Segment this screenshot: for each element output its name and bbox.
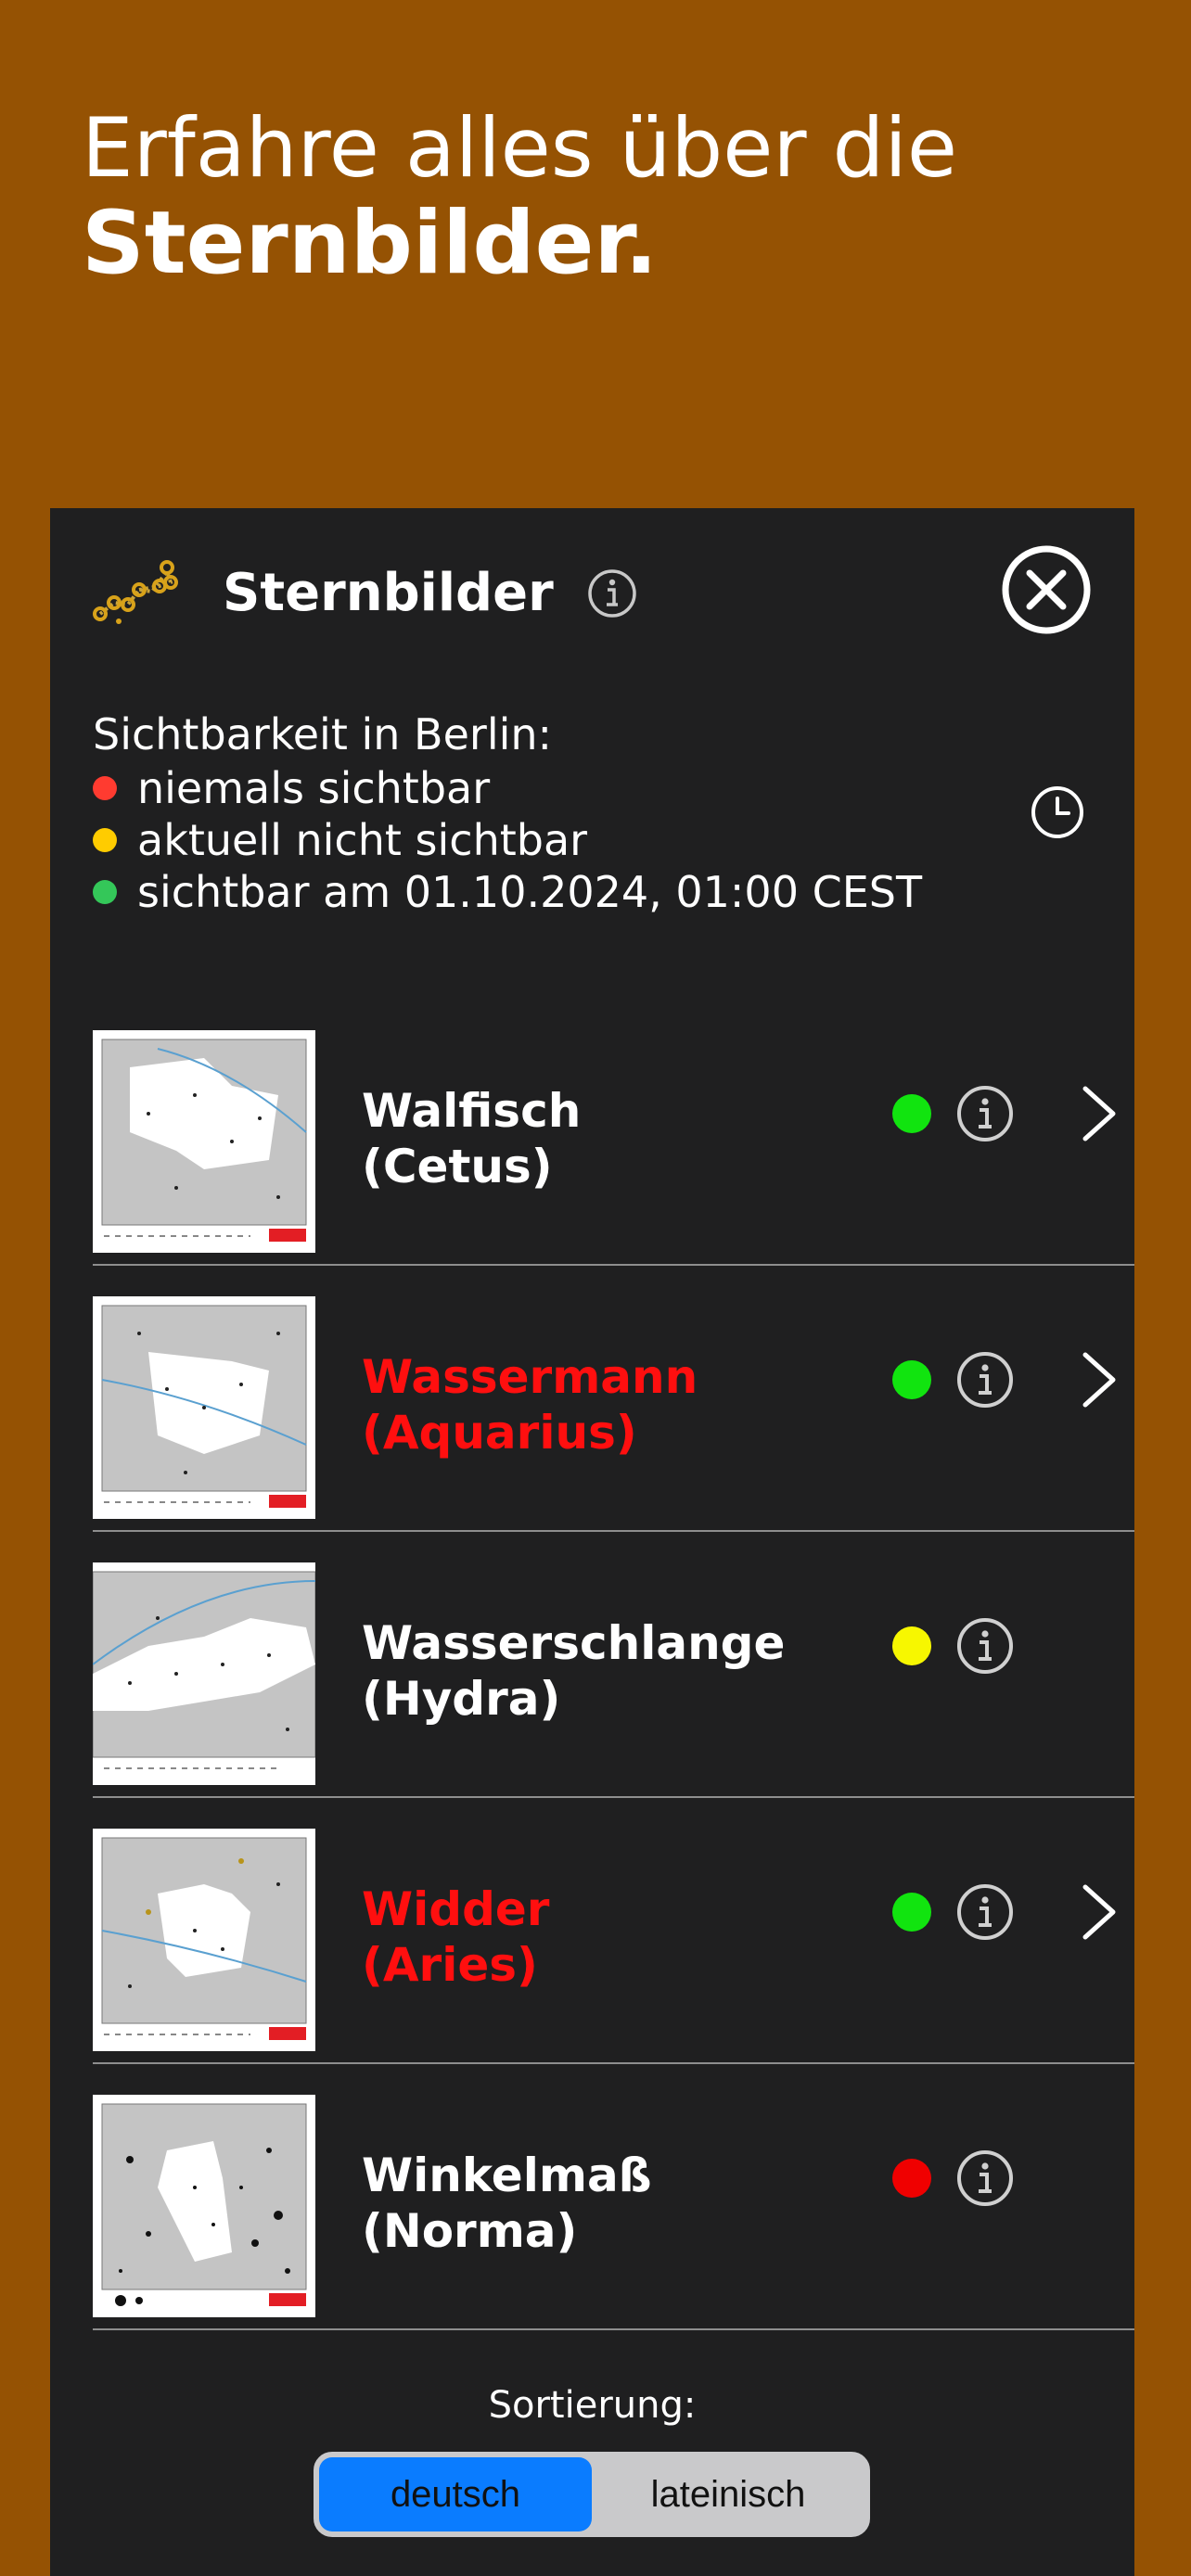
visibility-legend: Sichtbarkeit in Berlin: niemals sichtbar… xyxy=(93,707,922,918)
visibility-status-dot xyxy=(892,1360,931,1399)
german-name: Wasserschlange xyxy=(362,1616,786,1670)
sort-label: Sortierung: xyxy=(488,2384,697,2427)
list-item[interactable]: Widder (Aries) xyxy=(93,1798,1134,2064)
star-chart-thumbnail xyxy=(93,2095,315,2317)
legend-item-not-now: aktuell nicht sichtbar xyxy=(93,814,922,866)
constellation-name: Widder (Aries) xyxy=(362,1881,549,1993)
list-item[interactable]: Walfisch (Cetus) xyxy=(93,1000,1134,1266)
panel-title: Sternbilder xyxy=(223,563,554,623)
constellation-name: Walfisch (Cetus) xyxy=(362,1083,581,1194)
chevron-right-icon[interactable] xyxy=(1076,1881,1122,1943)
close-circle-icon[interactable] xyxy=(1000,543,1093,636)
list-item[interactable]: Winkelmaß (Norma) xyxy=(93,2064,1134,2330)
visibility-status-dot xyxy=(892,1626,931,1665)
german-name: Widder xyxy=(362,1882,550,1936)
legend-dot-red xyxy=(93,776,117,800)
legend-item-never: niemals sichtbar xyxy=(93,762,922,814)
chevron-right-icon[interactable] xyxy=(1076,1083,1122,1144)
german-name: Winkelmaß xyxy=(362,2149,652,2202)
legend-text: aktuell nicht sichtbar xyxy=(137,815,588,865)
legend-text: niemals sichtbar xyxy=(137,763,491,813)
constellations-panel: Sternbilder Sichtbarkeit in Berlin: niem… xyxy=(50,508,1134,2576)
star-chart-thumbnail xyxy=(93,1030,315,1253)
hero-line-2: Sternbilder. xyxy=(82,193,659,294)
sort-option-latin[interactable]: lateinisch xyxy=(592,2457,864,2531)
german-name: Wassermann xyxy=(362,1350,698,1404)
star-chart-thumbnail xyxy=(93,1296,315,1519)
legend-dot-green xyxy=(93,880,117,904)
info-icon[interactable] xyxy=(955,2149,1015,2208)
constellation-name: Winkelmaß (Norma) xyxy=(362,2148,652,2259)
hero-line-1: Erfahre alles über die xyxy=(82,100,957,196)
info-icon[interactable] xyxy=(955,1350,1015,1409)
latin-name: (Hydra) xyxy=(362,1672,561,1726)
latin-name: (Norma) xyxy=(362,2204,578,2258)
list-item[interactable]: Wasserschlange (Hydra) xyxy=(93,1532,1134,1798)
constellation-name: Wasserschlange (Hydra) xyxy=(362,1615,785,1727)
legend-text: sichtbar am 01.10.2024, 01:00 CEST xyxy=(137,867,923,917)
latin-name: (Cetus) xyxy=(362,1140,553,1193)
info-icon[interactable] xyxy=(955,1882,1015,1942)
visibility-status-dot xyxy=(892,1893,931,1932)
constellation-list: Walfisch (Cetus) Wassermann (Aquarius) W… xyxy=(93,1000,1134,2330)
star-chart-thumbnail xyxy=(93,1562,315,1785)
latin-name: (Aquarius) xyxy=(362,1406,637,1460)
german-name: Walfisch xyxy=(362,1084,582,1138)
sort-segmented-control: deutsch lateinisch xyxy=(314,2452,870,2537)
star-chart-thumbnail xyxy=(93,1829,315,2051)
visibility-title: Sichtbarkeit in Berlin: xyxy=(93,709,553,759)
hero-heading: Erfahre alles über die Sternbilder. xyxy=(82,102,957,295)
list-item[interactable]: Wassermann (Aquarius) xyxy=(93,1266,1134,1532)
legend-item-visible: sichtbar am 01.10.2024, 01:00 CEST xyxy=(93,866,922,918)
legend-dot-yellow xyxy=(93,828,117,852)
chevron-right-icon[interactable] xyxy=(1076,1349,1122,1410)
visibility-status-dot xyxy=(892,2159,931,2198)
info-icon[interactable] xyxy=(955,1616,1015,1676)
info-icon[interactable] xyxy=(586,567,638,619)
clock-icon[interactable] xyxy=(1028,783,1087,842)
sort-option-german[interactable]: deutsch xyxy=(319,2457,592,2531)
latin-name: (Aries) xyxy=(362,1938,538,1992)
info-icon[interactable] xyxy=(955,1084,1015,1143)
constellation-icon xyxy=(93,560,178,624)
constellation-name: Wassermann (Aquarius) xyxy=(362,1349,698,1460)
visibility-status-dot xyxy=(892,1094,931,1133)
